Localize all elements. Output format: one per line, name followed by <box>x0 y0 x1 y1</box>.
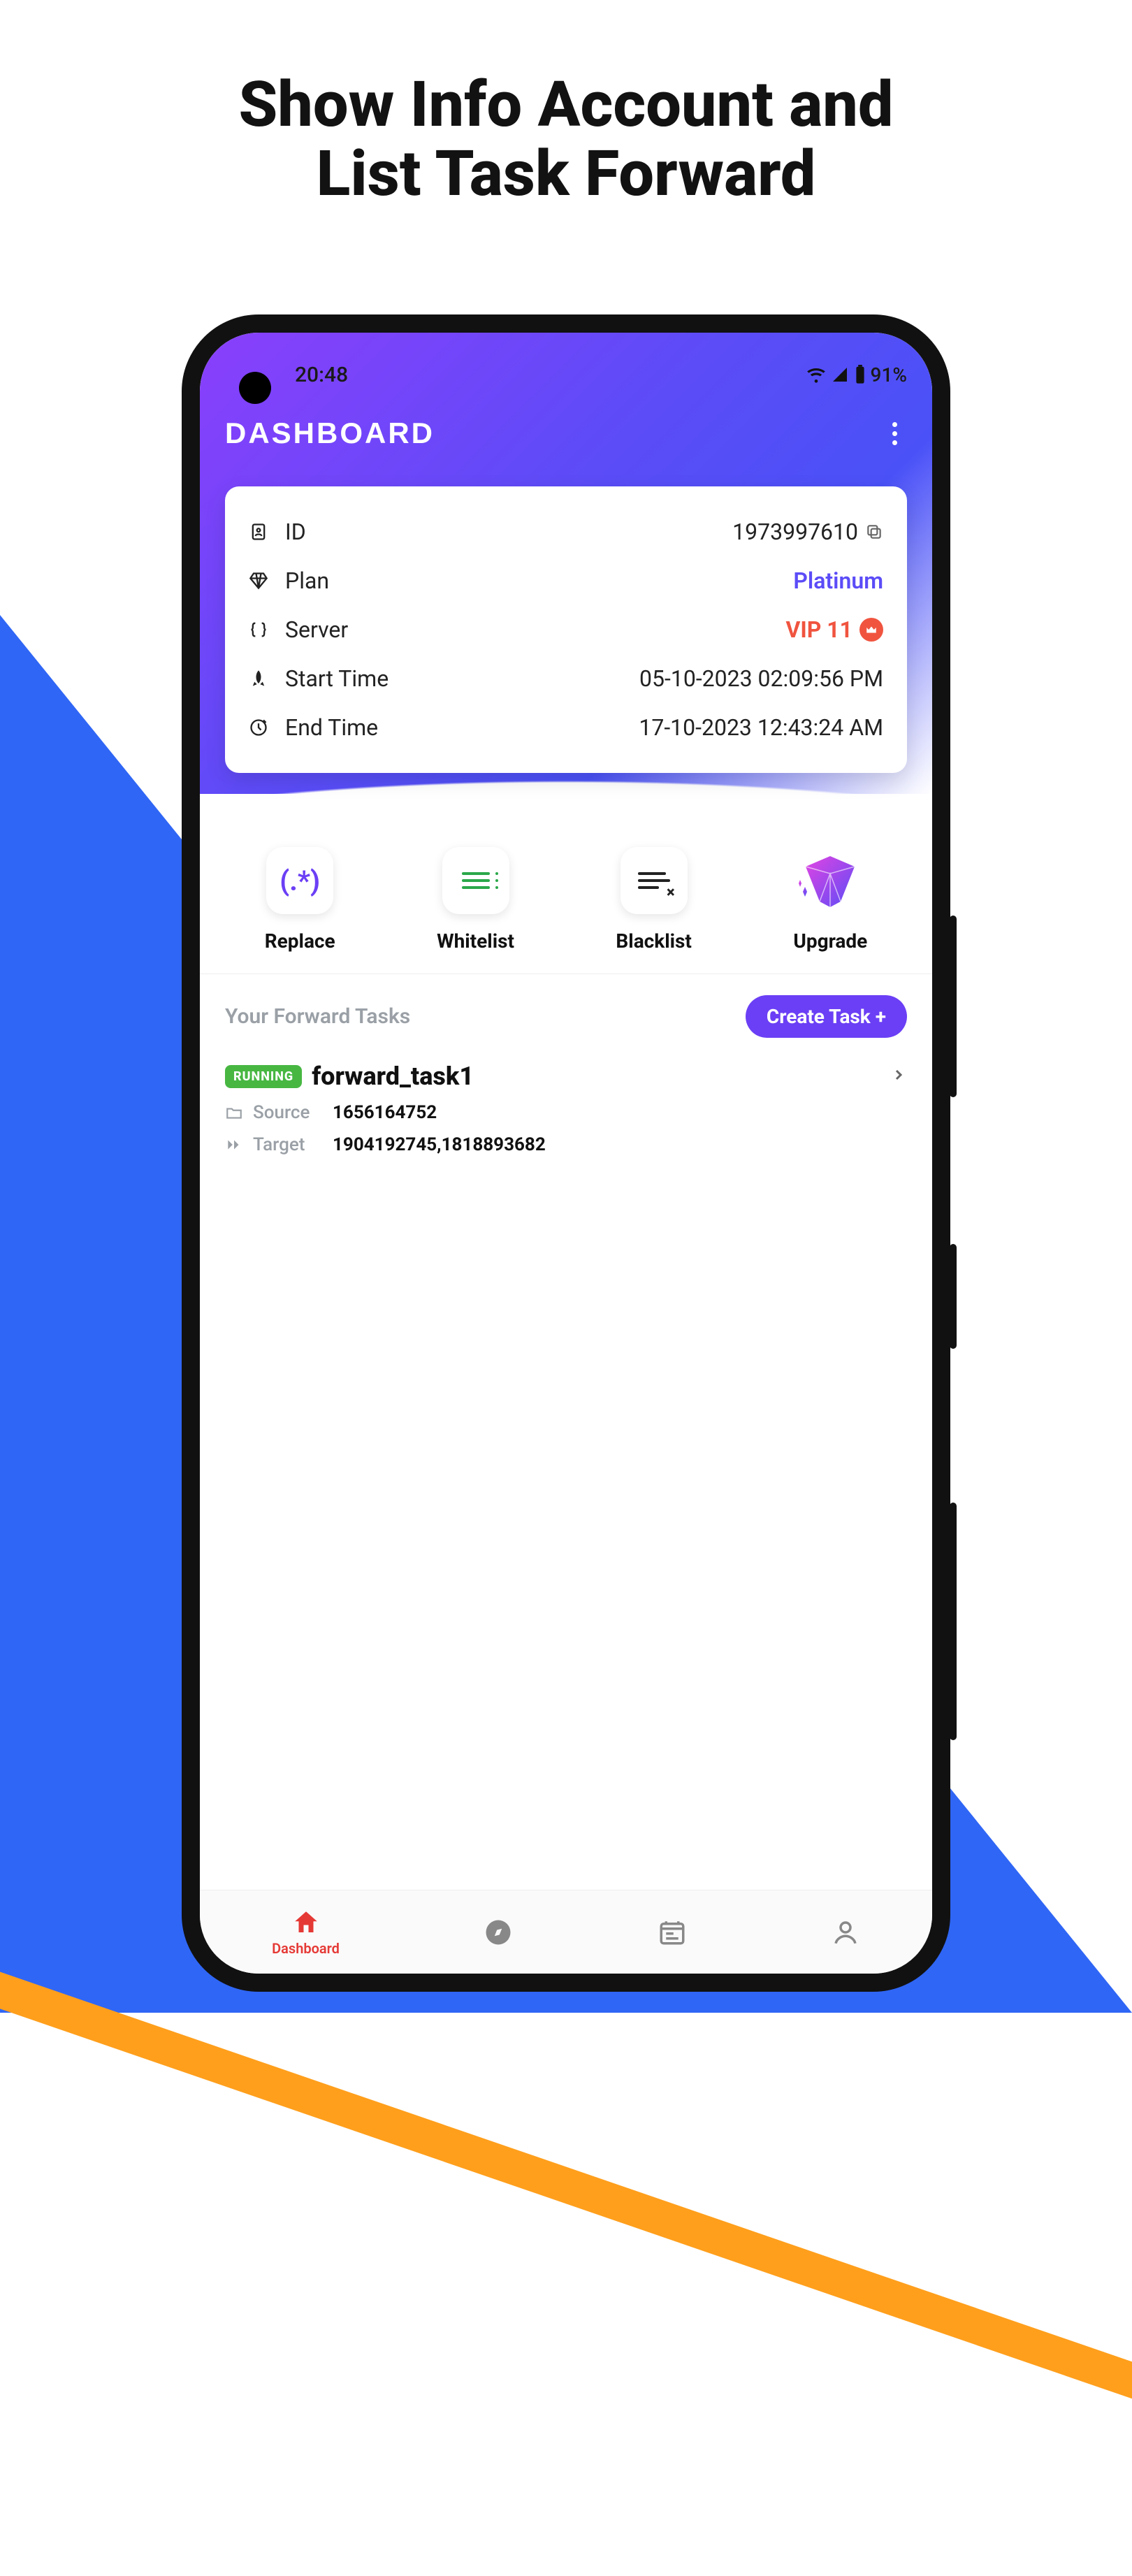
source-value: 1656164752 <box>333 1102 437 1123</box>
nav-dashboard[interactable]: Dashboard <box>272 1908 340 1957</box>
page-title: DASHBOARD <box>225 417 435 450</box>
signal-icon <box>832 366 848 383</box>
blacklist-label: Blacklist <box>616 929 692 953</box>
promo-title-line2: List Task Forward <box>0 139 1132 208</box>
status-bar: 20:48 91% <box>225 354 907 396</box>
blacklist-button[interactable]: × Blacklist <box>616 847 692 953</box>
end-label: End Time <box>285 714 378 741</box>
diamond-icon <box>249 571 268 591</box>
copy-icon[interactable] <box>865 523 883 541</box>
id-label: ID <box>285 519 306 545</box>
replace-label: Replace <box>265 929 335 953</box>
nav-dashboard-label: Dashboard <box>272 1940 340 1957</box>
wifi-icon <box>806 365 826 384</box>
plan-label: Plan <box>285 567 329 594</box>
braces-icon <box>249 620 268 639</box>
replace-button[interactable]: (.*) Replace <box>265 847 335 953</box>
folder-icon <box>225 1104 243 1122</box>
promo-title: Show Info Account and List Task Forward <box>0 70 1132 208</box>
replace-icon: (.*) <box>266 847 333 914</box>
info-row-plan: Plan Platinum <box>249 556 883 605</box>
status-time: 20:48 <box>295 363 348 387</box>
info-row-start: Start Time 05-10-2023 02:09:56 PM <box>249 654 883 703</box>
bottom-nav: Dashboard <box>200 1890 932 1974</box>
id-value: 1973997610 <box>732 519 858 545</box>
blacklist-icon: × <box>621 847 688 914</box>
target-label: Target <box>253 1134 323 1155</box>
more-menu-button[interactable] <box>882 421 907 446</box>
nav-profile[interactable] <box>831 1918 860 1947</box>
task-name: forward_task1 <box>312 1062 474 1091</box>
forward-icon <box>225 1136 243 1154</box>
upgrade-label: Upgrade <box>793 929 867 953</box>
server-value-text: VIP 11 <box>785 616 852 643</box>
create-task-button[interactable]: Create Task + <box>746 995 907 1038</box>
nav-compass[interactable] <box>484 1918 513 1947</box>
server-value: VIP 11 <box>785 616 883 643</box>
actions-row: (.*) Replace Whitelist × Blacklist <box>200 822 932 974</box>
whitelist-icon <box>442 847 509 914</box>
battery-percent: 91% <box>871 363 907 386</box>
end-value: 17-10-2023 12:43:24 AM <box>639 714 883 741</box>
status-badge: RUNNING <box>225 1065 302 1088</box>
crown-icon <box>859 618 883 642</box>
phone-frame: 20:48 91% DASHBOARD <box>182 314 950 1992</box>
camera-hole <box>239 372 271 404</box>
rocket-icon <box>249 669 268 688</box>
start-value: 05-10-2023 02:09:56 PM <box>639 665 883 692</box>
start-label: Start Time <box>285 665 389 692</box>
chevron-right-icon <box>890 1066 907 1086</box>
battery-icon <box>854 365 866 384</box>
upgrade-diamond-icon <box>797 847 864 914</box>
source-label: Source <box>253 1102 323 1123</box>
plan-value: Platinum <box>793 567 883 594</box>
promo-title-line1: Show Info Account and <box>0 70 1132 139</box>
info-row-end: End Time 17-10-2023 12:43:24 AM <box>249 703 883 752</box>
whitelist-button[interactable]: Whitelist <box>437 847 514 953</box>
task-item[interactable]: RUNNING forward_task1 Source 1656164752 <box>225 1062 907 1155</box>
target-value: 1904192745,1818893682 <box>333 1134 546 1155</box>
info-row-server: Server VIP 11 <box>249 605 883 654</box>
tasks-section: Your Forward Tasks Create Task + RUNNING… <box>200 974 932 1890</box>
nav-news[interactable] <box>658 1918 687 1947</box>
tasks-heading: Your Forward Tasks <box>225 1004 410 1029</box>
account-info-card: ID 1973997610 Plan Platinum <box>225 486 907 773</box>
info-row-id: ID 1973997610 <box>249 507 883 556</box>
header-area: 20:48 91% DASHBOARD <box>200 333 932 794</box>
whitelist-label: Whitelist <box>437 929 514 953</box>
screen: 20:48 91% DASHBOARD <box>200 333 932 1974</box>
upgrade-button[interactable]: Upgrade <box>793 847 867 953</box>
server-label: Server <box>285 616 348 643</box>
id-icon <box>249 522 268 542</box>
clock-icon <box>249 718 268 737</box>
